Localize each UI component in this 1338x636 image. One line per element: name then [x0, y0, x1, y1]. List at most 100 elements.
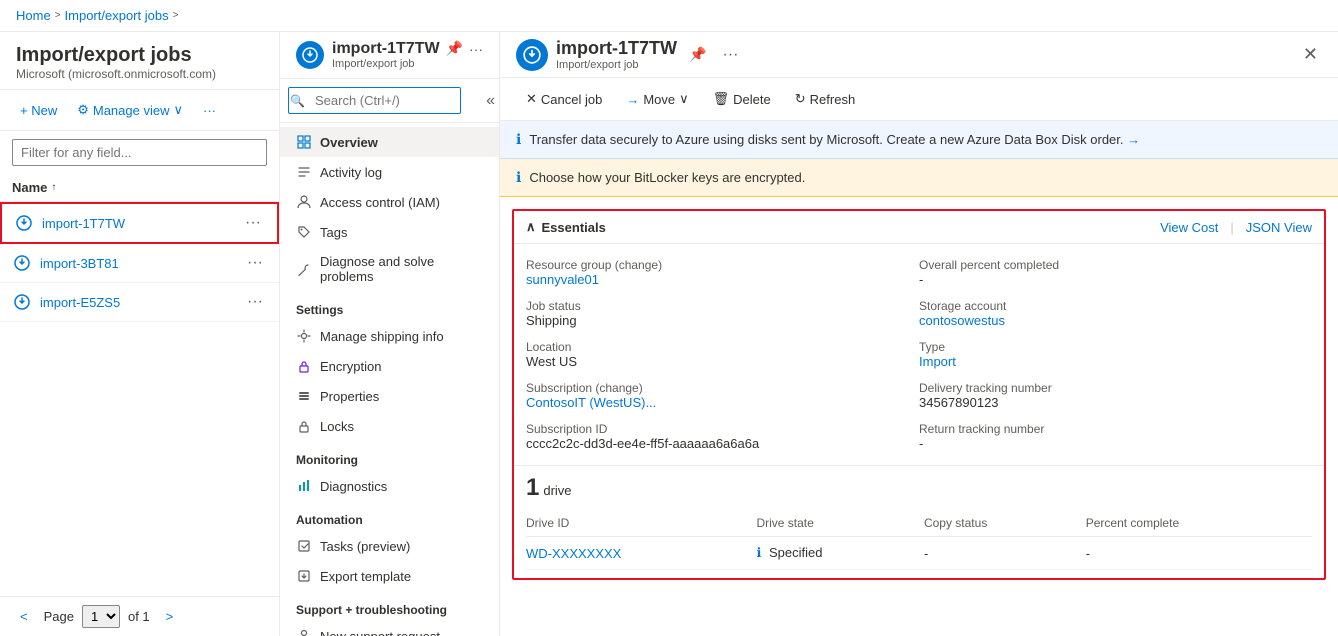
nav-item-label: Diagnose and solve problems [320, 254, 483, 284]
right-content: ℹ Transfer data securely to Azure using … [500, 121, 1338, 636]
nav-item-label: Encryption [320, 359, 381, 374]
tasks-icon [296, 538, 312, 554]
left-panel: Import/export jobs Microsoft (microsoft.… [0, 32, 280, 636]
breadcrumb-sep2: > [173, 10, 179, 21]
nav-panel-title: import-1T7TW [332, 40, 440, 58]
nav-search-input[interactable] [288, 87, 461, 114]
cancel-job-button[interactable]: ✕ Cancel job [516, 86, 612, 112]
person2-icon [296, 628, 312, 636]
nav-panel-icon [296, 41, 324, 69]
import-icon [12, 253, 32, 273]
wrench-icon [296, 261, 312, 277]
sidebar-item-diagnostics[interactable]: Diagnostics [280, 471, 499, 501]
new-button[interactable]: + New [12, 99, 65, 122]
delete-icon: 🗑 [713, 91, 730, 107]
copy-status-cell: - [924, 537, 1086, 570]
prev-page-button[interactable]: < [12, 605, 36, 628]
more-right-button[interactable]: ··· [718, 42, 742, 68]
list-item-more-button[interactable]: ··· [241, 212, 265, 234]
right-panel-icon [516, 39, 548, 71]
drives-section: 1 drive Drive ID Drive state Copy status… [514, 465, 1324, 578]
manage-view-button[interactable]: ⚙ Manage view ∨ [69, 98, 191, 122]
nav-item-label: Diagnostics [320, 479, 387, 494]
filter-input[interactable] [12, 139, 267, 166]
next-page-button[interactable]: > [158, 605, 182, 628]
move-button[interactable]: → Move ∨ [616, 86, 698, 112]
essentials-cell: Type Import [919, 334, 1312, 375]
close-button[interactable]: ✕ [1295, 40, 1326, 69]
col-percent-complete: Percent complete [1086, 510, 1312, 537]
sidebar-item-access-control[interactable]: Access control (IAM) [280, 187, 499, 217]
refresh-button[interactable]: ↻ Refresh [785, 86, 865, 112]
breadcrumb-home[interactable]: Home [16, 8, 51, 23]
essentials-actions: View Cost | JSON View [1160, 220, 1312, 235]
cancel-icon: ✕ [526, 91, 537, 107]
nav-item-label: Access control (IAM) [320, 195, 440, 210]
return-tracking-value: - [919, 436, 1296, 451]
subscription-value[interactable]: ContosoIT (WestUS)... [526, 395, 903, 410]
pin-button[interactable]: 📌 [685, 42, 710, 67]
sidebar-item-manage-shipping[interactable]: Manage shipping info [280, 321, 499, 351]
right-panel-subtitle: Import/export job [556, 59, 677, 71]
essentials-cell: Overall percent completed - [919, 252, 1312, 293]
delete-button[interactable]: 🗑 Delete [703, 86, 781, 112]
chevron-down-icon: ∨ [679, 91, 689, 107]
list-item[interactable]: import-3BT81 ··· [0, 244, 279, 283]
nav-item-label: Properties [320, 389, 379, 404]
page-select[interactable]: 1 [82, 605, 120, 628]
sidebar-item-locks[interactable]: Locks [280, 411, 499, 441]
sidebar-item-overview[interactable]: Overview [280, 127, 499, 157]
lock-icon [296, 358, 312, 374]
banner2-text: Choose how your BitLocker keys are encry… [529, 170, 805, 185]
bars-icon [296, 388, 312, 404]
more-toolbar-button[interactable]: ··· [195, 99, 224, 122]
sidebar-item-diagnose[interactable]: Diagnose and solve problems [280, 247, 499, 291]
breadcrumb-jobs[interactable]: Import/export jobs [65, 8, 169, 23]
right-panel-title-row: import-1T7TW Import/export job 📌 ··· ✕ [500, 32, 1338, 78]
json-view-link[interactable]: JSON View [1246, 220, 1312, 235]
sidebar-item-new-support[interactable]: New support request [280, 621, 499, 636]
info-icon-2: ℹ [516, 169, 521, 186]
left-panel-header: Import/export jobs Microsoft (microsoft.… [0, 32, 279, 90]
list-item[interactable]: import-E5ZS5 ··· [0, 283, 279, 322]
nav-collapse-button[interactable]: « [486, 92, 495, 110]
grid-icon [296, 134, 312, 150]
more-nav-button[interactable]: ··· [469, 41, 483, 57]
essentials-cell: Subscription ID cccc2c2c-dd3d-ee4e-ff5f-… [526, 416, 919, 457]
drives-header: 1 drive [526, 474, 1312, 502]
pin-button[interactable]: 📌 [446, 40, 463, 57]
action-bar: ✕ Cancel job → Move ∨ 🗑 Delete ↻ Refresh [500, 78, 1338, 121]
import-icon [12, 292, 32, 312]
banner1-link[interactable]: → [1127, 132, 1140, 147]
chart-icon [296, 478, 312, 494]
left-panel-subtitle: Microsoft (microsoft.onmicrosoft.com) [16, 67, 263, 81]
sidebar-item-properties[interactable]: Properties [280, 381, 499, 411]
list-item-name: import-3BT81 [40, 256, 243, 271]
list-item[interactable]: import-1T7TW ··· [0, 202, 279, 244]
storage-account-value[interactable]: contosowestus [919, 313, 1296, 328]
col-copy-status: Copy status [924, 510, 1086, 537]
collapse-icon: ∧ [526, 219, 536, 235]
name-col-label: Name [12, 180, 47, 195]
list-item-more-button[interactable]: ··· [243, 291, 267, 313]
table-row: WD-XXXXXXXX ℹ Specified - - [526, 537, 1312, 570]
essentials-title: ∧ Essentials [526, 219, 606, 235]
sidebar-item-tasks[interactable]: Tasks (preview) [280, 531, 499, 561]
essentials-cell: Storage account contosowestus [919, 293, 1312, 334]
view-cost-link[interactable]: View Cost [1160, 220, 1218, 235]
type-value[interactable]: Import [919, 354, 1296, 369]
sidebar-item-tags[interactable]: Tags [280, 217, 499, 247]
resource-group-value[interactable]: sunnyvale01 [526, 272, 903, 287]
list-item-more-button[interactable]: ··· [243, 252, 267, 274]
sidebar-item-export-template[interactable]: Export template [280, 561, 499, 591]
sidebar-item-activity-log[interactable]: Activity log [280, 157, 499, 187]
nav-items: Overview Activity log Access control (IA… [280, 123, 499, 636]
page-of: of 1 [128, 609, 150, 624]
sidebar-item-encryption[interactable]: Encryption [280, 351, 499, 381]
search-icon: 🔍 [290, 94, 305, 108]
drive-id-cell[interactable]: WD-XXXXXXXX [526, 537, 756, 570]
right-panel-title: import-1T7TW [556, 38, 677, 59]
location-value: West US [526, 354, 903, 369]
essentials-cell: Job status Shipping [526, 293, 919, 334]
percent-complete-cell: - [1086, 537, 1312, 570]
